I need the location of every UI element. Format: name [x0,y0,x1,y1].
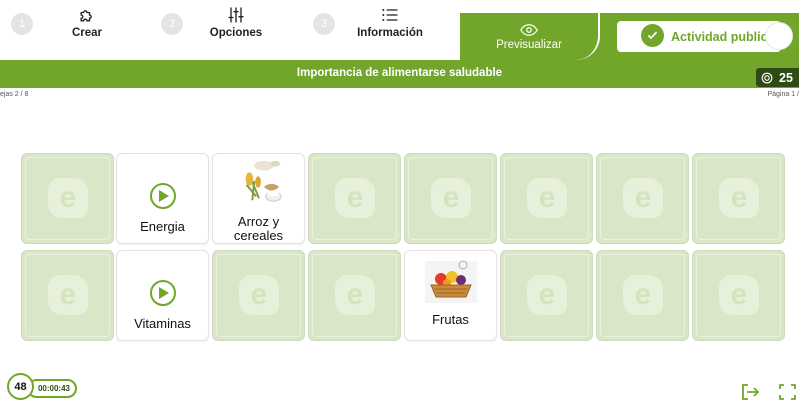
step-label: Información [357,27,423,39]
step-label: Opciones [209,27,263,39]
card-hidden[interactable]: e [308,153,401,244]
card-hidden[interactable]: e [596,153,689,244]
e-logo-icon: e [335,275,375,315]
card-hidden[interactable]: e [500,153,593,244]
play-icon[interactable] [149,280,176,306]
card-hidden[interactable]: e [692,153,785,244]
step-number: 2 [161,13,183,35]
card-hidden[interactable]: e [21,250,114,341]
timer: 00:00:43 [27,379,77,398]
sliders-icon [228,7,244,23]
moves-counter: 48 [7,373,34,400]
card-vitaminas[interactable]: Vitaminas [116,250,209,341]
tab-previsualizar[interactable]: Previsualizar [460,13,600,60]
card-label: Vitaminas [134,316,191,331]
e-logo-icon: e [719,178,759,218]
title-bar: Importancia de alimentarse saludable [0,60,799,88]
list-icon [382,9,398,21]
e-logo-icon: e [335,178,375,218]
card-label: Frutas [432,312,469,327]
published-toggle[interactable]: Actividad publicada [617,21,793,52]
eye-icon [520,23,538,36]
card-hidden[interactable]: e [692,250,785,341]
exit-icon[interactable] [741,384,759,400]
card-frutas[interactable]: Frutas [404,250,497,341]
e-logo-icon: e [48,275,88,315]
grains-image [245,160,282,202]
e-logo-icon: e [431,178,471,218]
fruit-basket-image [424,260,477,303]
points-value: 25 [779,70,793,85]
card-label: Energia [140,219,185,234]
step-number: 3 [313,13,335,35]
e-logo-icon: e [623,178,663,218]
step-label: Crear [71,27,103,39]
page-indicator: Página 1 / [767,91,799,98]
card-hidden[interactable]: e [308,250,401,341]
puzzle-icon [80,10,92,22]
target-icon [761,72,773,83]
check-icon [641,24,664,47]
e-logo-icon: e [719,275,759,315]
e-logo-icon: e [527,178,567,218]
e-logo-icon: e [239,275,279,315]
pairs-progress: ejas 2 / 8 [0,91,29,98]
card-hidden[interactable]: e [21,153,114,244]
card-hidden[interactable]: e [404,153,497,244]
toggle-knob [765,22,793,50]
card-label: Arroz y cereales [233,214,284,243]
e-logo-icon: e [527,275,567,315]
card-hidden[interactable]: e [596,250,689,341]
card-energia[interactable]: Energia [116,153,209,244]
e-logo-icon: e [48,178,88,218]
card-arroz-y-cereales[interactable]: Arroz y cereales [212,153,305,244]
points-label: PUNTOS [766,59,797,66]
points-badge: 25 [756,68,799,87]
e-logo-icon: e [623,275,663,315]
app-window: 1 Crear 2 Opciones 3 Información Previsu… [0,0,799,404]
play-icon[interactable] [149,183,176,209]
card-hidden[interactable]: e [500,250,593,341]
tab-label: Previsualizar [496,38,562,51]
card-hidden[interactable]: e [212,250,305,341]
step-number: 1 [11,13,33,35]
activity-title: Importancia de alimentarse saludable [296,67,503,79]
fullscreen-icon[interactable] [779,384,796,400]
